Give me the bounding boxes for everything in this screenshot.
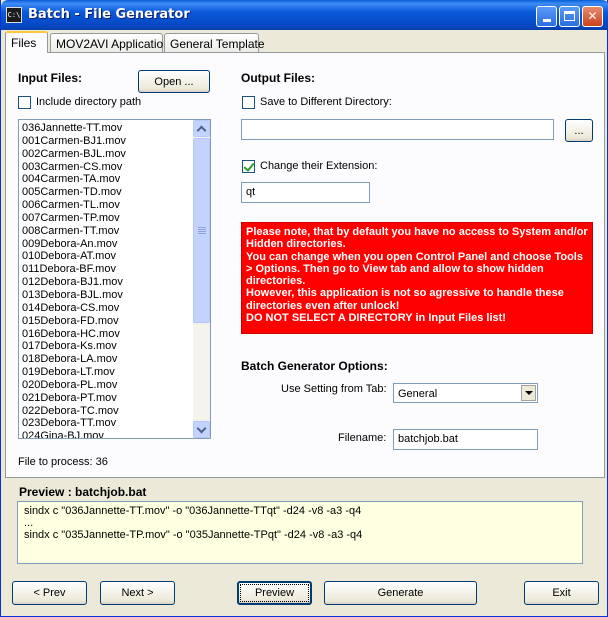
tab-label: General Template	[170, 37, 265, 51]
change-extension-label: Change their Extension:	[260, 160, 378, 172]
warning-message: Please note, that by default you have no…	[241, 222, 593, 334]
batch-options-heading: Batch Generator Options:	[241, 359, 388, 373]
maximize-button[interactable]	[559, 6, 580, 27]
list-item[interactable]: 017Debora-Ks.mov	[22, 340, 192, 353]
window-title: Batch - File Generator	[28, 7, 190, 22]
list-item[interactable]: 012Debora-BJ1.mov	[22, 276, 192, 289]
preview-button-label: Preview	[254, 587, 295, 599]
generate-button-label: Generate	[377, 587, 424, 599]
minimize-icon	[542, 19, 551, 22]
title-bar[interactable]: C:\ Batch - File Generator ✕	[1, 0, 608, 30]
list-item[interactable]: 003Carmen-CS.mov	[22, 161, 192, 174]
list-item[interactable]: 008Carmen-TT.mov	[22, 225, 192, 238]
list-item[interactable]: 006Carmen-TL.mov	[22, 199, 192, 212]
list-item[interactable]: 019Debora-LT.mov	[22, 366, 192, 379]
tab-files[interactable]: Files	[5, 31, 48, 53]
use-setting-value: General	[398, 388, 438, 400]
file-list-items: 036Jannette-TT.mov 001Carmen-BJ1.mov 002Ca…	[22, 122, 192, 438]
browse-directory-button[interactable]: ...	[565, 119, 593, 142]
close-icon: ✕	[587, 9, 598, 23]
extension-input[interactable]: qt	[241, 182, 370, 203]
minimize-button[interactable]	[536, 6, 557, 27]
list-item[interactable]: 013Debora-BJL.mov	[22, 289, 192, 302]
next-button[interactable]: Next >	[100, 581, 175, 605]
include-directory-label: Include directory path	[36, 96, 142, 108]
list-item[interactable]: 021Debora-PT.mov	[22, 392, 192, 405]
scroll-down-button[interactable]	[193, 421, 210, 438]
tab-label: Files	[11, 36, 37, 50]
input-files-heading: Input Files:	[18, 71, 82, 85]
prev-button-label: < Prev	[33, 587, 66, 599]
chevron-down-icon[interactable]	[521, 385, 536, 401]
preview-line: sindx c "035Jannette-TP.mov" -o "035Jann…	[24, 529, 363, 541]
next-button-label: Next >	[121, 587, 154, 599]
tab-mov2avi-application[interactable]: MOV2AVI Application	[50, 33, 170, 52]
generate-button[interactable]: Generate	[324, 581, 477, 605]
preview-heading: Preview : batchjob.bat	[19, 485, 147, 499]
list-item[interactable]: 015Debora-FD.mov	[22, 315, 192, 328]
filename-input[interactable]: batchjob.bat	[393, 429, 538, 450]
change-extension-checkbox[interactable]	[242, 160, 255, 173]
filename-label: Filename:	[338, 432, 387, 444]
list-item[interactable]: 011Debora-BF.mov	[22, 263, 192, 276]
list-item[interactable]: 001Carmen-BJ1.mov	[22, 135, 192, 148]
tab-general-template[interactable]: General Template	[164, 33, 265, 52]
app-window: C:\ Batch - File Generator ✕ Files MOV2A…	[0, 0, 608, 617]
include-directory-checkbox[interactable]	[18, 96, 31, 109]
list-item[interactable]: 023Debora-TT.mov	[22, 417, 192, 430]
output-files-heading: Output Files:	[241, 71, 315, 85]
output-directory-input[interactable]	[241, 119, 554, 140]
file-list-scrollbar[interactable]	[193, 120, 210, 438]
list-item[interactable]: 002Carmen-BJL.mov	[22, 148, 192, 161]
exit-button[interactable]: Exit	[524, 581, 599, 605]
list-item[interactable]: 020Debora-PL.mov	[22, 379, 192, 392]
use-setting-label: Use Setting from Tab:	[281, 383, 387, 395]
save-different-directory-checkbox[interactable]	[242, 96, 255, 109]
input-files-list[interactable]: 036Jannette-TT.mov 001Carmen-BJ1.mov 002Ca…	[18, 119, 211, 439]
warning-line: You can change when you open Control Pan…	[246, 250, 583, 288]
open-button[interactable]: Open ...	[138, 70, 210, 93]
warning-line: Please note, that by default you have no…	[246, 226, 588, 251]
list-item[interactable]: 010Debora-AT.mov	[22, 250, 192, 263]
open-button-label: Open ...	[154, 75, 194, 88]
list-item[interactable]: 018Debora-LA.mov	[22, 353, 192, 366]
tab-label: MOV2AVI Application	[56, 37, 170, 51]
list-item[interactable]: 005Carmen-TD.mov	[22, 186, 192, 199]
warning-line: DO NOT SELECT A DIRECTORY in Input Files…	[246, 312, 506, 325]
console-app-icon: C:\	[6, 7, 22, 23]
save-different-directory-label: Save to Different Directory:	[260, 96, 392, 108]
list-item[interactable]: 022Debora-TC.mov	[22, 405, 192, 418]
close-button[interactable]: ✕	[582, 6, 603, 27]
preview-button[interactable]: Preview	[237, 581, 312, 605]
file-count-text: File to process: 36	[18, 456, 108, 468]
scroll-thumb[interactable]	[193, 138, 210, 323]
use-setting-select[interactable]: General	[393, 383, 538, 403]
preview-box: sindx c "036Jannette-TT.mov" -o "036Jann…	[17, 501, 583, 564]
list-item[interactable]: 007Carmen-TP.mov	[22, 212, 192, 225]
preview-line: ...	[24, 517, 34, 529]
scroll-up-button[interactable]	[193, 120, 210, 137]
maximize-icon	[564, 11, 575, 21]
browse-button-label: ...	[574, 124, 584, 137]
list-item[interactable]: 004Carmen-TA.mov	[22, 173, 192, 186]
list-item[interactable]: 016Debora-HC.mov	[22, 328, 192, 341]
preview-line: sindx c "036Jannette-TT.mov" -o "036Jann…	[24, 505, 362, 517]
files-tab-panel: Input Files: Open ... Include directory …	[5, 52, 605, 478]
list-item[interactable]: 014Debora-CS.mov	[22, 302, 192, 315]
list-item[interactable]: 024Gina-BJ.mov	[22, 430, 192, 438]
list-item[interactable]: 009Debora-An.mov	[22, 238, 192, 251]
exit-button-label: Exit	[552, 587, 571, 599]
warning-line: However, this application is not so agre…	[246, 287, 564, 312]
list-item[interactable]: 036Jannette-TT.mov	[22, 122, 192, 135]
prev-button[interactable]: < Prev	[12, 581, 87, 605]
